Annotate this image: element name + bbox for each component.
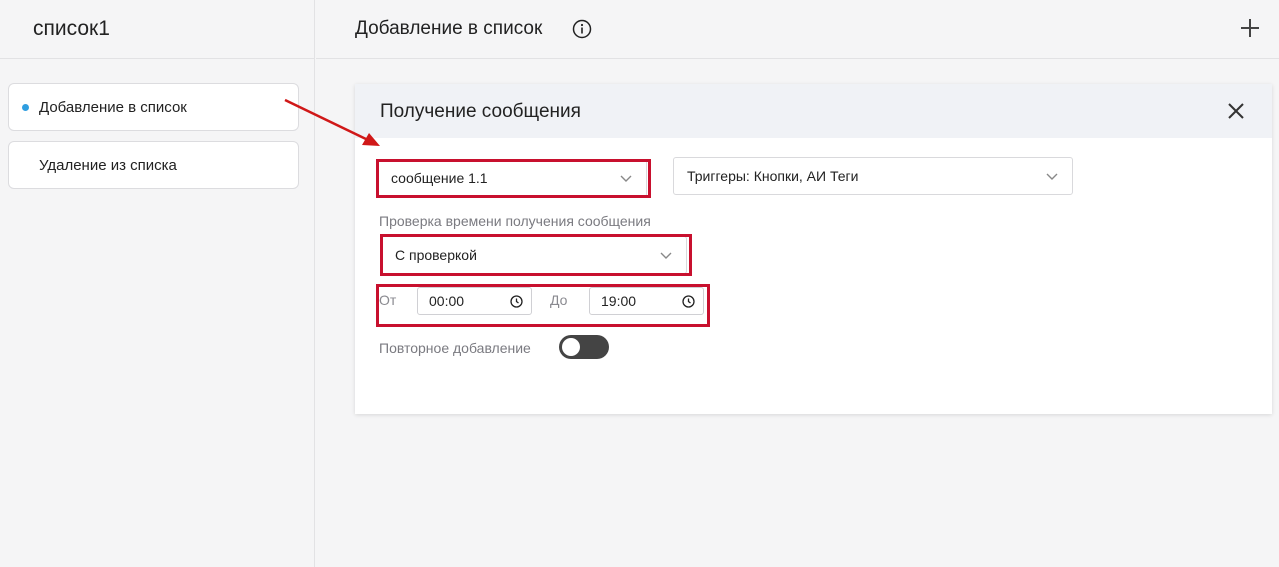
main-header: Добавление в список [316,0,1279,59]
sidebar-header: список1 [0,0,314,59]
plus-icon[interactable] [1239,17,1261,39]
to-time-value: 19:00 [601,293,637,309]
time-check-select[interactable]: С проверкой [381,236,687,274]
active-dot-icon [22,104,29,111]
from-label: От [379,292,397,308]
chevron-down-icon [660,252,672,259]
time-check-select-value: С проверкой [395,247,477,263]
clock-icon[interactable] [510,295,523,308]
close-icon[interactable] [1226,101,1246,121]
triggers-select[interactable]: Триггеры: Кнопки, АИ Теги [673,157,1073,195]
from-time-input[interactable]: 00:00 [417,287,532,315]
chevron-down-icon [1046,173,1058,180]
triggers-select-value: Триггеры: Кнопки, АИ Теги [687,168,859,184]
sidebar-item-label: Добавление в список [39,98,187,116]
chevron-down-icon [620,175,632,182]
page-title: Добавление в список [355,18,543,39]
sidebar-item-add-to-list[interactable]: Добавление в список [8,83,299,131]
repeat-add-toggle[interactable] [559,335,609,359]
message-received-panel: Получение сообщения сообщение 1.1 Тригге… [355,84,1272,414]
panel-title: Получение сообщения [380,101,581,122]
info-icon[interactable] [572,19,592,39]
to-time-input[interactable]: 19:00 [589,287,704,315]
message-select[interactable]: сообщение 1.1 [377,159,647,197]
time-check-label: Проверка времени получения сообщения [379,213,651,229]
from-time-value: 00:00 [429,293,465,309]
toggle-knob [562,338,580,356]
sidebar-item-remove-from-list[interactable]: Удаление из списка [8,141,299,189]
panel-header: Получение сообщения [355,84,1272,138]
sidebar-item-label: Удаление из списка [39,156,177,174]
message-select-value: сообщение 1.1 [391,170,488,186]
repeat-add-label: Повторное добавление [379,340,531,356]
clock-icon[interactable] [682,295,695,308]
to-label: До [550,292,568,308]
list-title: список1 [33,17,110,40]
sidebar: список1 Добавление в список Удаление из … [0,0,315,567]
